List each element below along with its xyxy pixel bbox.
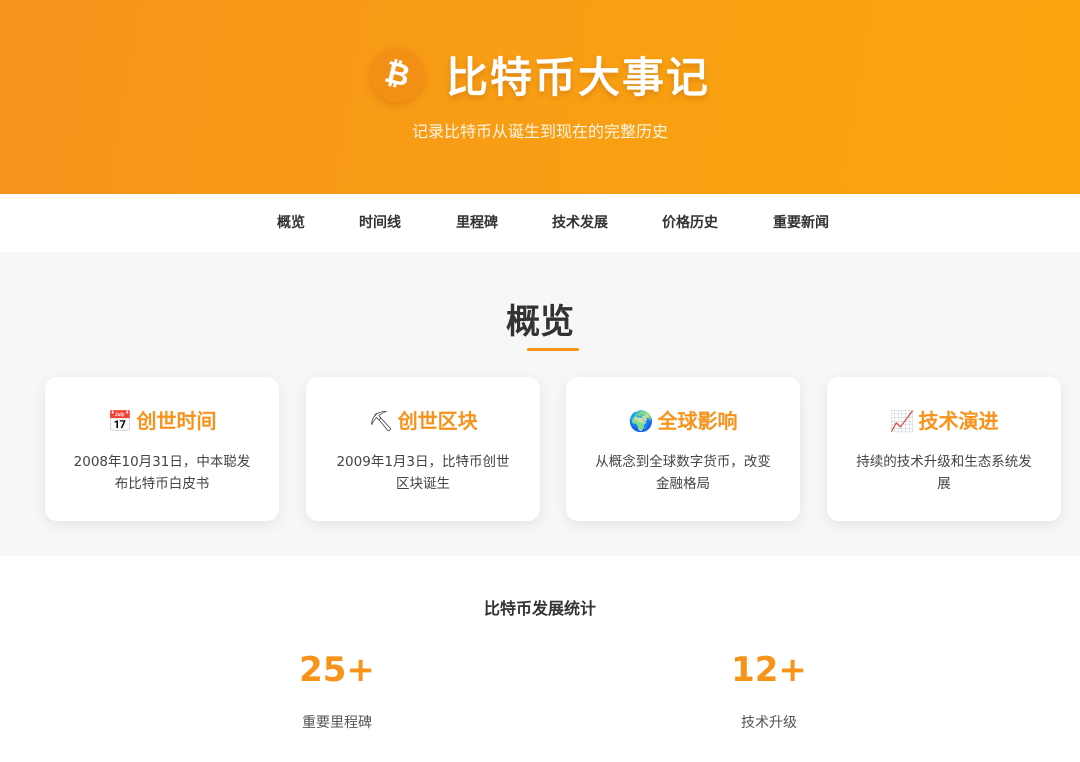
card-description: 从概念到全球数字货币，改变金融格局	[595, 454, 771, 492]
card-title: 📅 创世时间	[45, 405, 279, 434]
overview-card-global-impact: 🌍 全球影响 从概念到全球数字货币，改变金融格局	[566, 377, 800, 521]
overview-card-tech-evolution: 📈 技术演进 持续的技术升级和生态系统发展	[827, 377, 1061, 521]
card-title-text: 创世时间	[136, 409, 217, 433]
nav-item-timeline[interactable]: 时间线	[359, 194, 401, 252]
calendar-icon: 📅	[107, 409, 133, 433]
nav-item-tech-development[interactable]: 技术发展	[552, 194, 608, 252]
card-title-text: 技术演进	[918, 409, 999, 433]
nav-item-milestones[interactable]: 里程碑	[456, 194, 498, 252]
card-title: ⛏ 创世区块	[306, 405, 540, 434]
card-description: 持续的技术升级和生态系统发展	[856, 454, 1032, 492]
pickaxe-icon: ⛏	[368, 409, 394, 433]
stats-section: 比特币发展统计 25+ 重要里程碑 12+ 技术升级	[0, 556, 1080, 762]
chart-increasing-icon: 📈	[889, 409, 915, 433]
site-header: ₿ 比特币大事记 记录比特币从诞生到现在的完整历史	[0, 0, 1080, 194]
card-title: 🌍 全球影响	[566, 405, 800, 434]
nav-item-news[interactable]: 重要新闻	[773, 194, 829, 252]
overview-card-genesis-time: 📅 创世时间 2008年10月31日，中本聪发布比特币白皮书	[45, 377, 279, 521]
section-underline	[527, 348, 579, 351]
nav-item-overview[interactable]: 概览	[277, 194, 305, 252]
site-title: 比特币大事记	[445, 53, 710, 102]
card-description: 2008年10月31日，中本聪发布比特币白皮书	[73, 454, 251, 492]
card-title-text: 全球影响	[657, 409, 738, 433]
stat-label-tech-upgrades: 技术升级	[741, 715, 797, 731]
nav-item-price-history[interactable]: 价格历史	[662, 194, 718, 252]
card-title-text: 创世区块	[397, 409, 478, 433]
globe-icon: 🌍	[628, 409, 654, 433]
stat-number-milestones: 25+	[299, 650, 375, 690]
section-title: 概览	[506, 302, 574, 342]
stat-number-tech-upgrades: 12+	[731, 650, 807, 690]
brand: ₿ 比特币大事记	[0, 44, 1080, 105]
card-title: 📈 技术演进	[827, 405, 1061, 434]
overview-section: 概览 📅 创世时间 2008年10月31日，中本聪发布比特币白皮书 ⛏ 创世区块 2…	[0, 252, 1080, 556]
stats-title: 比特币发展统计	[483, 599, 596, 618]
main-nav: 概览 时间线 里程碑 技术发展 价格历史 重要新闻	[0, 194, 1080, 252]
site-subtitle: 记录比特币从诞生到现在的完整历史	[411, 122, 668, 141]
card-description: 2009年1月3日，比特币创世区块诞生	[336, 454, 510, 492]
bitcoin-icon: ₿	[369, 47, 424, 102]
stat-label-milestones: 重要里程碑	[302, 715, 372, 731]
bitcoin-glyph: ₿	[380, 54, 414, 95]
overview-card-genesis-block: ⛏ 创世区块 2009年1月3日，比特币创世区块诞生	[306, 377, 540, 521]
